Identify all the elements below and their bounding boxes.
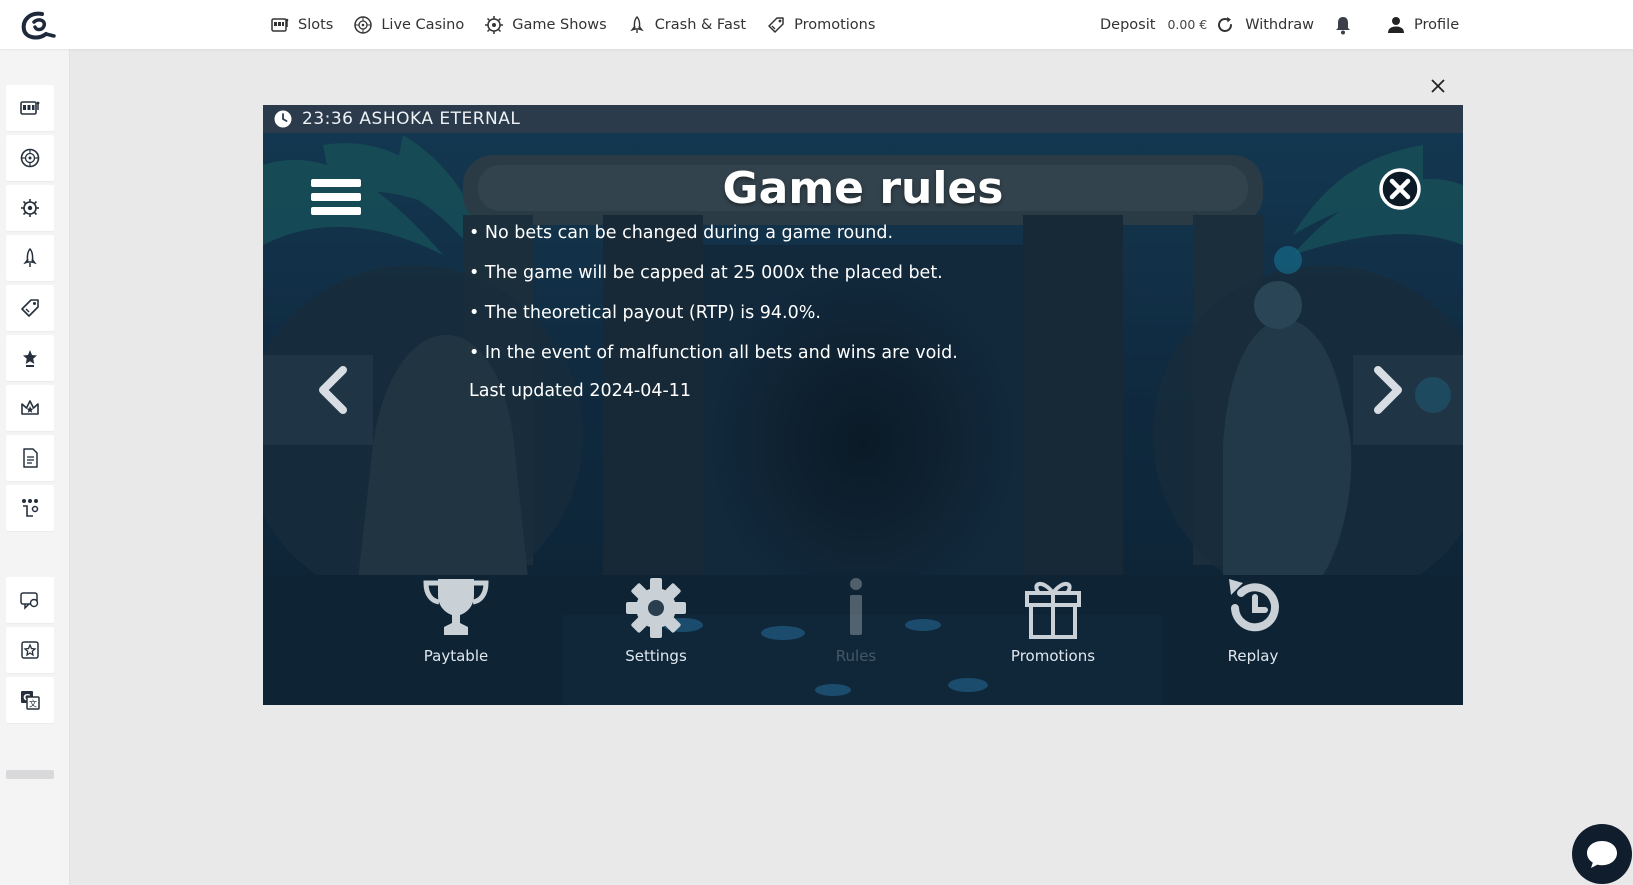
- game-menu-bar: Paytable Settings Rules Promotions Repla…: [263, 575, 1463, 685]
- rule-item: • In the event of malfunction all bets a…: [469, 343, 958, 363]
- slot-machine-icon: [271, 17, 289, 32]
- chat-bubble-icon: [1587, 841, 1617, 868]
- rules-title: Game rules: [722, 163, 1004, 214]
- main-nav: Slots Live Casino Game Shows Crash & Fas…: [270, 0, 895, 49]
- paytable-button[interactable]: Paytable: [386, 575, 526, 665]
- brand-logo-icon[interactable]: [20, 10, 56, 42]
- game-header-bar: 23:36 ASHOKA ETERNAL: [263, 105, 1463, 133]
- rules-label: Rules: [835, 647, 877, 665]
- profile-button[interactable]: Profile: [1386, 15, 1459, 35]
- live-chat-button[interactable]: [1572, 824, 1632, 884]
- sidebar-crash-fast[interactable]: [6, 235, 54, 281]
- chevron-right-icon[interactable]: [1368, 365, 1408, 415]
- last-updated: Last updated 2024-04-11: [469, 381, 692, 401]
- replay-icon: [1229, 579, 1279, 632]
- vip-badge-icon: [21, 641, 39, 659]
- wheel-icon: [485, 15, 504, 34]
- chevron-left-icon[interactable]: [313, 365, 353, 415]
- profile-label: Profile: [1414, 16, 1460, 33]
- replay-label: Replay: [1227, 647, 1279, 665]
- rule-item: • The game will be capped at 25 000x the…: [469, 263, 943, 283]
- bell-icon[interactable]: [1334, 15, 1352, 35]
- account-nav: Deposit 0.00 € Withdraw Profile: [1100, 0, 1459, 49]
- nav-slots[interactable]: Slots: [270, 15, 333, 35]
- gear-icon: [626, 578, 686, 638]
- sidebar-vip-badge[interactable]: [6, 627, 54, 673]
- sidebar-game-shows[interactable]: [6, 185, 54, 231]
- wheel-icon: [21, 199, 39, 217]
- promo-tag-icon: [768, 16, 784, 33]
- document-icon: [23, 448, 38, 468]
- nav-game-shows[interactable]: Game Shows: [484, 15, 607, 35]
- nav-promotions[interactable]: Promotions: [766, 15, 875, 35]
- rocket-icon: [629, 15, 644, 33]
- rule-item: • The theoretical payout (RTP) is 94.0%.: [469, 303, 821, 323]
- translate-icon: G文: [21, 691, 40, 710]
- nav-live-casino[interactable]: Live Casino: [353, 15, 464, 35]
- sidebar-divider: [6, 770, 54, 779]
- replay-button[interactable]: Replay: [1183, 575, 1323, 665]
- sidebar-slots[interactable]: [6, 85, 54, 131]
- nav-crash-fast-label: Crash & Fast: [654, 16, 747, 33]
- game-frame[interactable]: 23:36 ASHOKA ETERNAL Game rules • No bet…: [263, 105, 1463, 705]
- sidebar-promotions[interactable]: [6, 285, 54, 331]
- crown-icon: [21, 400, 39, 415]
- rules-list: • No bets can be changed during a game r…: [469, 221, 958, 401]
- sidebar-vip[interactable]: [6, 385, 54, 431]
- balance-display: 0.00 €: [1167, 17, 1208, 32]
- promo-tag-icon: [21, 299, 39, 317]
- nav-promotions-label: Promotions: [794, 16, 876, 33]
- nav-crash-fast[interactable]: Crash & Fast: [627, 15, 746, 35]
- withdraw-button[interactable]: Withdraw: [1245, 17, 1314, 33]
- close-circle-icon[interactable]: [1378, 167, 1422, 211]
- settings-button[interactable]: Settings: [586, 575, 726, 665]
- sidebar-live-casino[interactable]: [6, 135, 54, 181]
- game-time-title: 23:36 ASHOKA ETERNAL: [302, 109, 521, 129]
- paytable-label: Paytable: [423, 647, 489, 665]
- left-sidebar: G文: [0, 49, 70, 885]
- sidebar-chat-support[interactable]: [6, 577, 54, 623]
- star-trophy-icon: [23, 350, 37, 367]
- nav-live-casino-label: Live Casino: [381, 16, 465, 33]
- info-icon: [850, 578, 862, 635]
- rule-item: • No bets can be changed during a game r…: [469, 223, 894, 243]
- slot-machine-icon: [20, 101, 40, 115]
- user-icon: [1388, 16, 1405, 33]
- refresh-balance-icon[interactable]: [1215, 15, 1235, 35]
- roulette-icon: [20, 148, 40, 168]
- promotions-button[interactable]: Promotions: [983, 575, 1123, 665]
- sidebar-language[interactable]: G文: [6, 677, 54, 723]
- settings-label: Settings: [625, 647, 687, 665]
- top-navigation-bar: Slots Live Casino Game Shows Crash & Fas…: [0, 0, 1633, 49]
- sidebar-documents[interactable]: [6, 435, 54, 481]
- rocket-icon: [23, 247, 37, 267]
- nav-slots-label: Slots: [298, 16, 334, 33]
- trophy-icon: [423, 579, 489, 635]
- clock-icon: [274, 110, 292, 128]
- sidebar-tournaments[interactable]: [6, 485, 54, 531]
- nav-game-shows-label: Game Shows: [512, 16, 607, 33]
- chat-support-icon: [20, 592, 39, 610]
- close-icon[interactable]: [1428, 76, 1448, 96]
- deposit-button[interactable]: Deposit: [1100, 17, 1155, 33]
- tournament-icon: [22, 499, 39, 517]
- promotions-label: Promotions: [1010, 647, 1096, 665]
- svg-text:文: 文: [29, 699, 37, 709]
- rules-button[interactable]: Rules: [786, 575, 926, 665]
- roulette-icon: [354, 15, 373, 34]
- sidebar-favorites[interactable]: [6, 335, 54, 381]
- gift-icon: [1025, 582, 1081, 639]
